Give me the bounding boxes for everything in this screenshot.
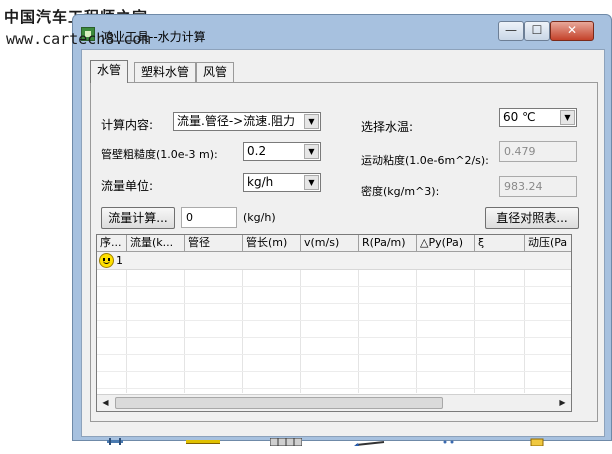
tab-plastic-pipe[interactable]: 塑料水管 [134, 62, 197, 82]
tab-air-duct[interactable]: 风管 [196, 62, 235, 82]
data-grid[interactable]: 序... 流量(k... 管径 管长(m) v(m/s) R(Pa/m) △Py… [96, 234, 572, 412]
chevron-down-icon: ▼ [304, 175, 319, 190]
scroll-thumb[interactable] [115, 397, 443, 409]
line-tool-icon[interactable] [186, 438, 220, 446]
roughness-select[interactable]: 0.2 ▼ [243, 142, 321, 161]
tab-water-pipe[interactable]: 水管 [90, 60, 129, 83]
smiley-icon [99, 253, 114, 268]
grid-header: 序... 流量(k... 管径 管长(m) v(m/s) R(Pa/m) △Py… [97, 235, 571, 252]
flow-unit-value: kg/h [247, 175, 274, 189]
col-header-index[interactable]: 序... [97, 235, 127, 252]
flow-calc-unit: (kg/h) [243, 211, 276, 224]
flow-calc-button[interactable]: 流量计算... [101, 207, 175, 229]
minimize-button[interactable]: — [498, 21, 524, 41]
roughness-label: 管壁粗糙度(1.0e-3 m): [101, 148, 218, 161]
flow-unit-select[interactable]: kg/h ▼ [243, 173, 321, 192]
water-temp-value: 60 ℃ [503, 110, 536, 124]
pen-tool-icon[interactable] [354, 438, 386, 446]
watermark-url: www.cartech8.com [6, 30, 151, 48]
scroll-right-icon[interactable]: ▶ [554, 395, 571, 411]
col-header-length[interactable]: 管长(m) [243, 235, 301, 252]
calc-content-value: 流量.管径->流速.阻力 [177, 114, 296, 128]
water-temp-select[interactable]: 60 ℃ ▼ [499, 108, 577, 127]
col-header-velocity[interactable]: v(m/s) [301, 235, 359, 252]
footer-toolbar [90, 434, 612, 454]
viscosity-label: 运动粘度(1.0e-6m^2/s): [361, 154, 489, 167]
flow-calc-field[interactable]: 0 [181, 207, 237, 228]
viscosity-field[interactable]: 0.479 [499, 141, 577, 162]
col-header-flow[interactable]: 流量(k... [127, 235, 185, 252]
chevron-down-icon: ▼ [560, 110, 575, 125]
chevron-down-icon: ▼ [304, 144, 319, 159]
water-temp-label: 选择水温: [361, 120, 414, 134]
col-header-dynamic-pressure[interactable]: 动压(Pa [525, 235, 571, 252]
close-button[interactable]: ✕ [550, 21, 594, 41]
maximize-button[interactable]: ☐ [524, 21, 550, 41]
scroll-left-icon[interactable]: ◀ [97, 395, 114, 411]
col-header-xi[interactable]: ξ [475, 235, 525, 252]
row-number: 1 [116, 254, 123, 267]
table-row[interactable]: 1 [97, 252, 571, 269]
col-header-resistance[interactable]: R(Pa/m) [359, 235, 417, 252]
dots-icon[interactable] [442, 438, 456, 446]
col-header-diameter[interactable]: 管径 [185, 235, 243, 252]
roughness-value: 0.2 [247, 144, 267, 158]
density-field[interactable]: 983.24 [499, 176, 577, 197]
col-header-pressure-drop[interactable]: △Py(Pa) [417, 235, 475, 252]
density-label: 密度(kg/m^3): [361, 185, 440, 198]
main-window: 鸿业工具--水力计算 — ☐ ✕ 水管 塑料水管 风管 计算内容: 流量.管径-… [72, 14, 612, 446]
calc-content-select[interactable]: 流量.管径->流速.阻力 ▼ [173, 112, 321, 131]
pipe-tool-icon[interactable] [106, 438, 124, 446]
client-area: 水管 塑料水管 风管 计算内容: 流量.管径->流速.阻力 ▼ 管壁粗糙度(1.… [81, 49, 605, 446]
horizontal-scrollbar[interactable]: ◀ ▶ [97, 394, 571, 411]
flow-unit-label: 流量单位: [101, 179, 154, 193]
folder-icon[interactable] [530, 438, 544, 446]
calc-content-label: 计算内容: [101, 118, 154, 132]
title-bar[interactable]: 鸿业工具--水力计算 — ☐ ✕ [73, 15, 611, 49]
chevron-down-icon: ▼ [304, 114, 319, 129]
table-tool-icon[interactable] [270, 438, 302, 446]
diameter-table-button[interactable]: 直径对照表... [485, 207, 579, 229]
